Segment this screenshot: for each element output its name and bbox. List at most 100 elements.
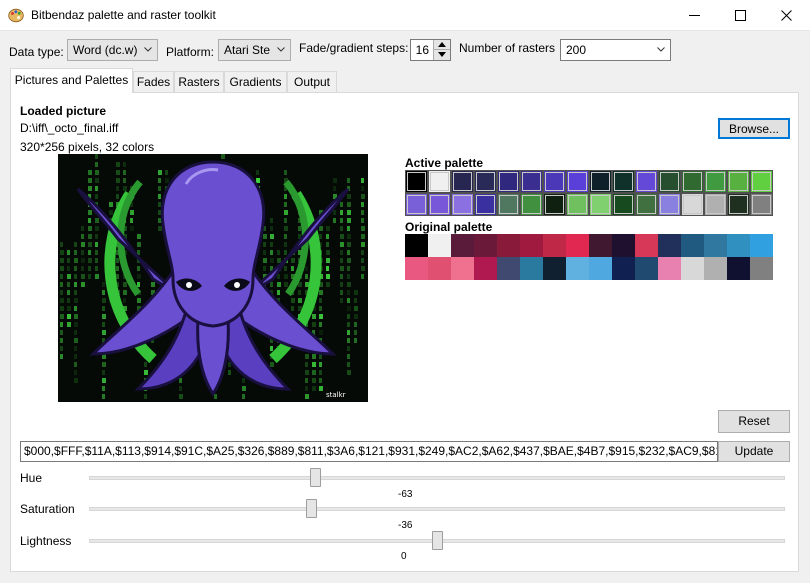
original-palette-swatch[interactable] [474, 234, 497, 257]
original-palette-swatch[interactable] [750, 234, 773, 257]
active-palette-swatch[interactable] [497, 193, 520, 216]
original-palette-swatch[interactable] [428, 234, 451, 257]
original-palette-swatch[interactable] [658, 257, 681, 280]
original-palette-swatch[interactable] [612, 234, 635, 257]
active-palette-swatch[interactable] [635, 193, 658, 216]
original-palette-swatch[interactable] [543, 234, 566, 257]
saturation-slider-track[interactable] [89, 507, 785, 511]
matrix-glyph [291, 306, 294, 311]
active-palette-swatch[interactable] [612, 170, 635, 193]
matrix-glyph [284, 226, 288, 231]
active-palette-swatch[interactable] [658, 193, 681, 216]
lightness-slider-thumb[interactable] [431, 531, 443, 550]
active-palette-swatch[interactable] [704, 170, 727, 193]
original-palette-swatch[interactable] [589, 234, 612, 257]
active-palette-swatch[interactable] [405, 170, 428, 193]
matrix-glyph [340, 258, 343, 263]
active-palette-swatch[interactable] [658, 170, 681, 193]
hue-slider-track[interactable] [89, 476, 785, 480]
close-button[interactable] [764, 0, 810, 31]
original-palette-swatch[interactable] [451, 234, 474, 257]
reset-button[interactable]: Reset [718, 410, 790, 433]
tab-pictures-and-palettes[interactable]: Pictures and Palettes [10, 68, 133, 93]
tab-gradients[interactable]: Gradients [224, 71, 287, 92]
active-palette-swatch[interactable] [589, 170, 612, 193]
original-palette-swatch[interactable] [681, 257, 704, 280]
active-palette-swatch[interactable] [635, 170, 658, 193]
original-palette-swatch[interactable] [497, 257, 520, 280]
original-palette-swatch[interactable] [566, 257, 589, 280]
active-palette-swatch[interactable] [451, 193, 474, 216]
tab-rasters[interactable]: Rasters [174, 71, 224, 92]
original-palette-swatch[interactable] [681, 234, 704, 257]
matrix-glyph [361, 226, 365, 231]
browse-button[interactable]: Browse... [718, 118, 790, 139]
matrix-glyph [88, 170, 92, 175]
matrix-glyph [319, 234, 322, 239]
active-palette-swatch[interactable] [428, 170, 451, 193]
matrix-glyph [305, 386, 308, 391]
active-palette-swatch[interactable] [566, 170, 589, 193]
active-palette-swatch[interactable] [589, 193, 612, 216]
active-palette-swatch[interactable] [704, 193, 727, 216]
rasters-select[interactable]: 200 [560, 39, 671, 61]
original-palette-swatch[interactable] [405, 234, 428, 257]
original-palette-swatch[interactable] [612, 257, 635, 280]
matrix-glyph [158, 210, 161, 215]
original-palette-swatch[interactable] [727, 234, 750, 257]
tab-fades[interactable]: Fades [133, 71, 174, 92]
active-palette-swatch[interactable] [543, 193, 566, 216]
active-palette-swatch[interactable] [405, 193, 428, 216]
palette-string-input[interactable]: $000,$FFF,$11A,$113,$914,$91C,$A25,$326,… [20, 441, 718, 462]
hue-slider-thumb[interactable] [309, 468, 321, 487]
minimize-button[interactable] [672, 0, 718, 31]
active-palette-swatch[interactable] [681, 193, 704, 216]
active-palette-swatch[interactable] [750, 193, 773, 216]
active-palette-swatch[interactable] [497, 170, 520, 193]
original-palette-swatch[interactable] [635, 257, 658, 280]
original-palette-swatch[interactable] [543, 257, 566, 280]
original-palette-swatch[interactable] [451, 257, 474, 280]
original-palette-swatch[interactable] [589, 257, 612, 280]
active-palette-swatch[interactable] [727, 193, 750, 216]
original-palette-swatch[interactable] [405, 257, 428, 280]
original-palette-swatch[interactable] [520, 257, 543, 280]
original-palette-swatch[interactable] [497, 234, 520, 257]
active-palette-swatch[interactable] [681, 170, 704, 193]
matrix-glyph [263, 234, 267, 239]
fade-steps-spinner[interactable]: 16 [410, 39, 451, 61]
original-palette-swatch[interactable] [635, 234, 658, 257]
active-palette-swatch[interactable] [520, 193, 543, 216]
spinner-up-button[interactable] [434, 40, 450, 50]
spinner-down-button[interactable] [434, 50, 450, 60]
active-palette-swatch[interactable] [727, 170, 750, 193]
original-palette-swatch[interactable] [727, 257, 750, 280]
maximize-button[interactable] [718, 0, 764, 31]
original-palette-swatch[interactable] [474, 257, 497, 280]
active-palette-swatch[interactable] [566, 193, 589, 216]
original-palette-swatch[interactable] [566, 234, 589, 257]
matrix-glyph [333, 210, 336, 215]
update-button[interactable]: Update [718, 441, 790, 462]
original-palette-swatch[interactable] [520, 234, 543, 257]
original-palette-swatch[interactable] [704, 234, 727, 257]
active-palette-swatch[interactable] [474, 193, 497, 216]
original-palette-swatch[interactable] [750, 257, 773, 280]
active-palette-swatch[interactable] [451, 170, 474, 193]
tab-output[interactable]: Output [287, 71, 337, 92]
saturation-slider-thumb[interactable] [306, 499, 318, 518]
original-palette-swatch[interactable] [428, 257, 451, 280]
active-palette-swatch[interactable] [750, 170, 773, 193]
original-palette-swatch[interactable] [704, 257, 727, 280]
active-palette-swatch[interactable] [428, 193, 451, 216]
original-palette-swatch[interactable] [658, 234, 681, 257]
platform-select[interactable]: Atari Ste [218, 39, 291, 61]
active-palette-grid[interactable] [405, 170, 773, 216]
active-palette-swatch[interactable] [520, 170, 543, 193]
original-palette-grid[interactable] [405, 234, 773, 280]
active-palette-swatch[interactable] [612, 193, 635, 216]
active-palette-swatch[interactable] [543, 170, 566, 193]
data-type-select[interactable]: Word (dc.w) [67, 39, 158, 61]
active-palette-swatch[interactable] [474, 170, 497, 193]
matrix-glyph [67, 258, 70, 263]
